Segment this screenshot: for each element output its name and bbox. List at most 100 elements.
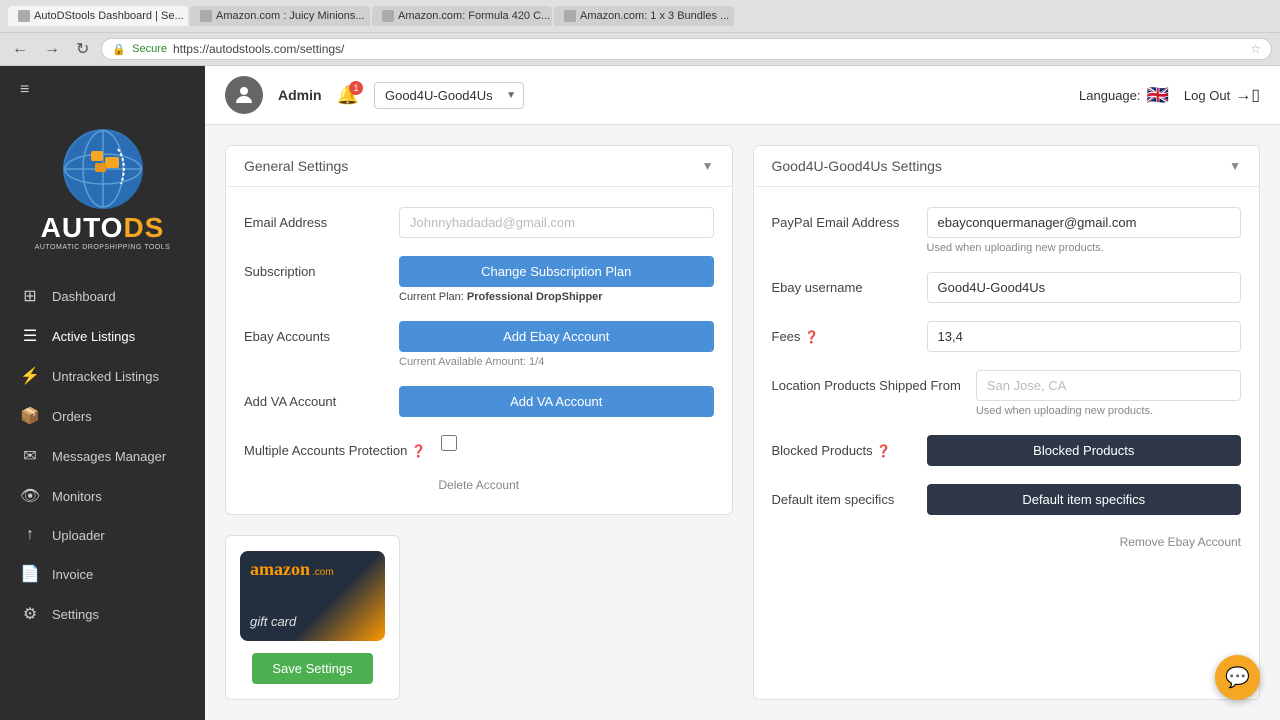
tabs-container: AutoDStools Dashboard | Se... × Amazon.c… [8, 6, 1272, 26]
bell-badge: 1 [349, 81, 363, 95]
sidebar-item-monitors[interactable]: 👁 Monitors [0, 476, 205, 516]
add-va-field-wrapper: Add VA Account [399, 386, 714, 417]
sidebar-item-messages-manager[interactable]: ✉ Messages Manager [0, 436, 205, 476]
general-settings-arrow: ▼ [702, 159, 714, 173]
blocked-products-label: Blocked Products ❓ [772, 435, 912, 458]
fees-label: Fees ❓ [772, 321, 912, 344]
subscription-row: Subscription Change Subscription Plan Cu… [244, 256, 714, 303]
sidebar-item-active-listings[interactable]: ☰ Active Listings [0, 316, 205, 356]
orders-icon: 📦 [20, 406, 40, 426]
default-item-button[interactable]: Default item specifics [927, 484, 1242, 515]
location-row: Location Products Shipped From Used when… [772, 370, 1242, 417]
save-settings-button[interactable]: Save Settings [252, 653, 372, 684]
account-selector[interactable]: Good4U-Good4Us [374, 82, 524, 109]
default-item-field-wrapper: Default item specifics [927, 484, 1242, 515]
current-plan-value: Professional DropShipper [467, 291, 603, 303]
tab-3[interactable]: Amazon.com: Formula 420 C... × [372, 6, 552, 26]
browser-tabs-bar: AutoDStools Dashboard | Se... × Amazon.c… [0, 0, 1280, 33]
sidebar-item-label-orders: Orders [52, 409, 92, 424]
multiple-accounts-label: Multiple Accounts Protection ❓ [244, 435, 426, 458]
logo-subtitle-text: AUTOMATIC DROPSHIPPING TOOLS [35, 244, 171, 251]
general-settings-header[interactable]: General Settings ▼ [226, 146, 732, 187]
paypal-email-label: PayPal Email Address [772, 207, 912, 230]
change-subscription-button[interactable]: Change Subscription Plan [399, 256, 714, 287]
fees-input[interactable] [927, 321, 1242, 352]
blocked-products-button[interactable]: Blocked Products [927, 435, 1242, 466]
ebay-username-label: Ebay username [772, 272, 912, 295]
remove-ebay-account-link[interactable]: Remove Ebay Account [1120, 535, 1241, 549]
sidebar: ≡ [0, 66, 205, 720]
account-settings-body: PayPal Email Address Used when uploading… [754, 187, 1260, 571]
chat-button[interactable]: 💬 [1215, 655, 1260, 700]
sidebar-logo: AUTODS AUTOMATIC DROPSHIPPING TOOLS [0, 114, 205, 266]
flag-icon: 🇬🇧 [1147, 85, 1169, 106]
settings-icon: ⚙ [20, 604, 40, 624]
delete-account-link[interactable]: Delete Account [438, 478, 519, 492]
main-content: Admin 🔔 1 Good4U-Good4Us Language: 🇬🇧 Lo… [205, 66, 1280, 720]
default-item-row: Default item specifics Default item spec… [772, 484, 1242, 515]
subscription-field-wrapper: Change Subscription Plan Current Plan: P… [399, 256, 714, 303]
sidebar-item-orders[interactable]: 📦 Orders [0, 396, 205, 436]
email-row: Email Address [244, 207, 714, 238]
add-ebay-account-button[interactable]: Add Ebay Account [399, 321, 714, 352]
fees-help-icon[interactable]: ❓ [804, 330, 819, 344]
address-bar-row: ← → ↻ 🔒 Secure https://autodstools.com/s… [0, 33, 1280, 66]
sidebar-item-label-uploader: Uploader [52, 528, 105, 543]
chat-icon: 💬 [1225, 665, 1250, 690]
address-bar[interactable]: 🔒 Secure https://autodstools.com/setting… [101, 38, 1272, 60]
account-settings-header[interactable]: Good4U-Good4Us Settings ▼ [754, 146, 1260, 187]
available-amount-text: Current Available Amount: 1/4 [399, 356, 714, 368]
fees-row: Fees ❓ [772, 321, 1242, 352]
hamburger-menu[interactable]: ≡ [0, 66, 205, 114]
current-plan-text: Current Plan: Professional DropShipper [399, 291, 714, 303]
sidebar-item-label-messages-manager: Messages Manager [52, 449, 166, 464]
untracked-listings-icon: ⚡ [20, 366, 40, 386]
forward-button[interactable]: → [40, 38, 64, 60]
ebay-username-field-wrapper [927, 272, 1242, 303]
refresh-button[interactable]: ↻ [72, 37, 93, 61]
sidebar-item-invoice[interactable]: 📄 Invoice [0, 554, 205, 594]
amazon-logo-suffix: .com [312, 567, 334, 578]
ebay-username-row: Ebay username [772, 272, 1242, 303]
account-selector-wrapper[interactable]: Good4U-Good4Us [374, 82, 524, 109]
sidebar-item-dashboard[interactable]: ⊞ Dashboard [0, 276, 205, 316]
secure-label: Secure [132, 43, 167, 55]
ebay-accounts-label: Ebay Accounts [244, 321, 384, 344]
back-button[interactable]: ← [8, 38, 32, 60]
multiple-accounts-checkbox[interactable] [441, 435, 457, 451]
tab-2[interactable]: Amazon.com : Juicy Minions... × [190, 6, 370, 26]
logout-button[interactable]: Log Out →▯ [1184, 85, 1260, 105]
tab-1[interactable]: AutoDStools Dashboard | Se... × [8, 6, 188, 26]
bookmark-icon[interactable]: ☆ [1250, 42, 1261, 56]
ebay-username-input[interactable] [927, 272, 1242, 303]
multiple-accounts-help-icon[interactable]: ❓ [411, 444, 426, 458]
sidebar-item-untracked-listings[interactable]: ⚡ Untracked Listings [0, 356, 205, 396]
location-sub-text: Used when uploading new products. [976, 405, 1241, 417]
tab-favicon-2 [200, 10, 212, 22]
invoice-icon: 📄 [20, 564, 40, 584]
location-input[interactable] [976, 370, 1241, 401]
email-input[interactable] [399, 207, 714, 238]
tab-label-4: Amazon.com: 1 x 3 Bundles ... [580, 10, 729, 22]
sidebar-item-label-invoice: Invoice [52, 567, 93, 582]
add-va-account-button[interactable]: Add VA Account [399, 386, 714, 417]
notification-bell[interactable]: 🔔 1 [337, 85, 359, 106]
email-field-wrapper [399, 207, 714, 238]
language-label: Language: [1079, 88, 1140, 103]
paypal-email-field-wrapper: Used when uploading new products. [927, 207, 1242, 254]
add-va-row: Add VA Account Add VA Account [244, 386, 714, 417]
blocked-products-help-icon[interactable]: ❓ [876, 444, 891, 458]
url-display: https://autodstools.com/settings/ [173, 42, 344, 56]
remove-ebay-row: Remove Ebay Account [772, 533, 1242, 551]
sidebar-item-label-monitors: Monitors [52, 489, 102, 504]
location-field-wrapper: Used when uploading new products. [976, 370, 1241, 417]
tab-4[interactable]: Amazon.com: 1 x 3 Bundles ... × [554, 6, 734, 26]
uploader-icon: ↑ [20, 526, 40, 544]
add-va-label: Add VA Account [244, 386, 384, 409]
sidebar-item-uploader[interactable]: ↑ Uploader [0, 516, 205, 554]
paypal-email-input[interactable] [927, 207, 1242, 238]
sidebar-item-settings[interactable]: ⚙ Settings [0, 594, 205, 634]
account-settings-arrow: ▼ [1229, 159, 1241, 173]
language-selector[interactable]: Language: 🇬🇧 [1079, 85, 1169, 106]
header: Admin 🔔 1 Good4U-Good4Us Language: 🇬🇧 Lo… [205, 66, 1280, 125]
